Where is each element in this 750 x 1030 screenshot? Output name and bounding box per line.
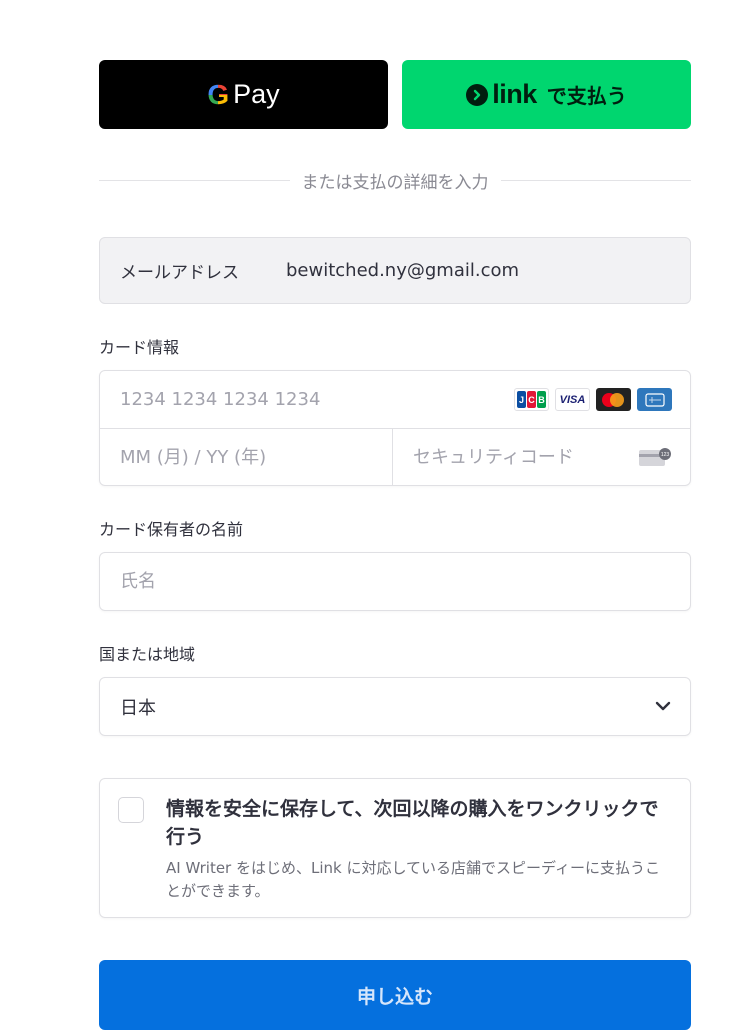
link-pay-button[interactable]: link で支払う xyxy=(402,60,691,129)
country-label: 国または地域 xyxy=(99,645,196,664)
cvc-input[interactable] xyxy=(413,446,638,468)
email-label: メールアドレス xyxy=(120,263,239,283)
card-expiry-cvc-row: 123 xyxy=(100,429,690,485)
divider-line-right xyxy=(500,179,691,181)
divider-line-left xyxy=(99,179,290,181)
google-pay-label: Pay xyxy=(233,79,280,109)
payment-form: G Pay link で支払う または支払の詳細を入力 メールアドレス bewi… xyxy=(99,60,691,1030)
jcb-icon: J C B xyxy=(514,388,549,411)
card-number-input[interactable] xyxy=(120,389,514,410)
email-value: bewitched.ny@gmail.com xyxy=(286,260,520,281)
expiry-input[interactable] xyxy=(120,446,345,468)
google-pay-button[interactable]: G Pay xyxy=(99,60,388,129)
cardholder-name-input[interactable] xyxy=(120,571,690,592)
expiry-cell xyxy=(100,429,393,485)
save-info-checkbox[interactable] xyxy=(118,797,144,823)
cardholder-box xyxy=(99,552,691,611)
mastercard-icon xyxy=(596,388,631,411)
email-row[interactable]: メールアドレス bewitched.ny@gmail.com xyxy=(99,237,691,304)
jcb-letter-j: J xyxy=(517,391,526,408)
card-info-label: カード情報 xyxy=(99,338,180,357)
divider-text: または支払の詳細を入力 xyxy=(301,172,489,193)
cvc-cell: 123 xyxy=(393,429,690,485)
submit-button[interactable]: 申し込む xyxy=(99,960,691,1030)
cardholder-section: カード保有者の名前 xyxy=(99,516,691,611)
country-section: 国または地域 日本 xyxy=(99,641,691,736)
save-info-text: 情報を安全に保存して、次回以降の購入をワンクリックで行う AI Writer を… xyxy=(166,795,670,903)
cardholder-label: カード保有者の名前 xyxy=(99,520,244,539)
link-pay-label: で支払う xyxy=(546,84,627,108)
link-wordmark: link xyxy=(492,79,537,109)
jcb-letter-b: B xyxy=(537,391,546,408)
mastercard-circle-orange xyxy=(610,392,624,407)
card-info-section: カード情報 J C B VISA xyxy=(99,334,691,486)
country-select[interactable]: 日本 xyxy=(99,677,691,736)
svg-text:123: 123 xyxy=(661,452,670,458)
country-value: 日本 xyxy=(120,697,156,719)
card-info-box: J C B VISA xyxy=(99,370,691,486)
amex-icon xyxy=(637,388,672,411)
express-checkout: G Pay link で支払う xyxy=(99,60,691,129)
google-g-icon: G xyxy=(207,78,230,110)
or-divider: または支払の詳細を入力 xyxy=(99,169,691,193)
save-info-box: 情報を安全に保存して、次回以降の購入をワンクリックで行う AI Writer を… xyxy=(99,778,691,918)
jcb-letter-c: C xyxy=(527,391,536,408)
save-info-title: 情報を安全に保存して、次回以降の購入をワンクリックで行う xyxy=(166,798,659,848)
card-number-row: J C B VISA xyxy=(100,371,690,429)
cvc-card-icon: 123 xyxy=(638,446,672,468)
link-arrow-icon xyxy=(466,83,489,106)
card-brands: J C B VISA xyxy=(514,388,672,411)
chevron-down-icon xyxy=(654,697,672,716)
save-info-description: AI Writer をはじめ、Link に対応している店舗でスピーディーに支払う… xyxy=(166,859,660,900)
visa-icon: VISA xyxy=(555,388,590,411)
